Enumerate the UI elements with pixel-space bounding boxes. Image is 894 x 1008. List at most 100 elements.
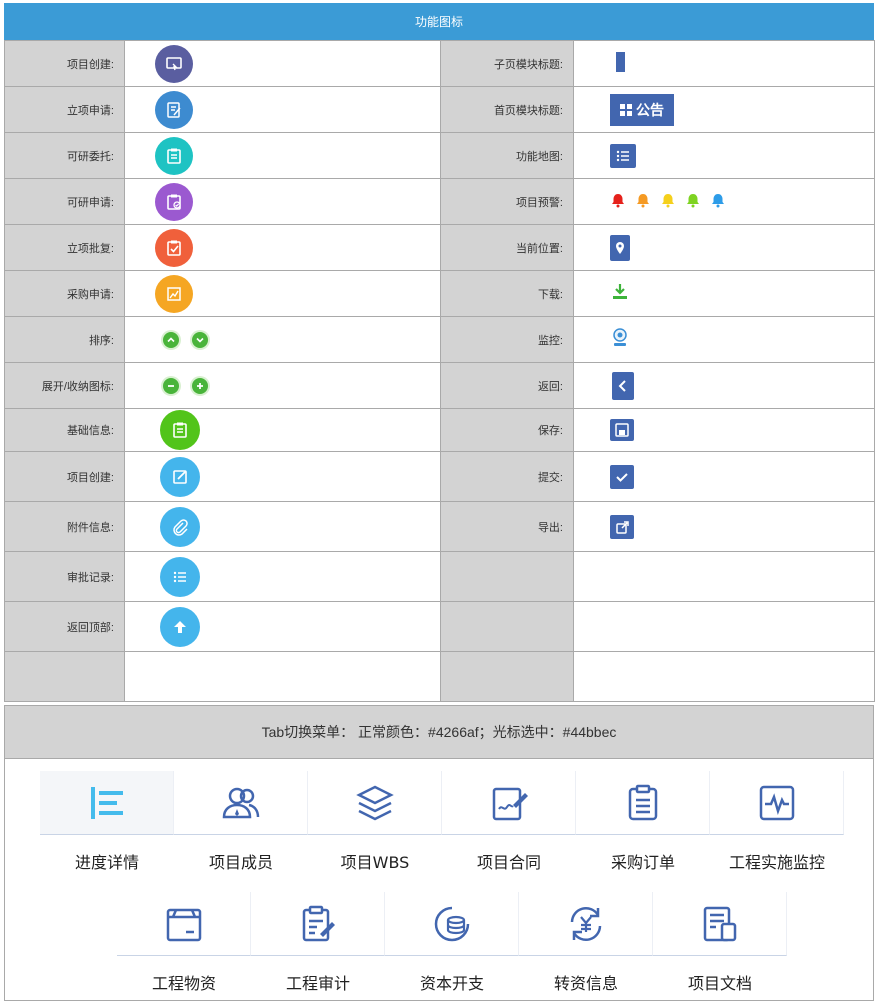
approval-record-icon[interactable] <box>160 556 200 597</box>
row-label: 立项申请: <box>4 86 125 133</box>
tab-implementation-monitor[interactable]: 工程实施监控 <box>710 771 844 873</box>
approval-reply-icon[interactable] <box>155 228 193 267</box>
project-edit-icon[interactable] <box>160 456 200 497</box>
document-icon <box>703 906 736 941</box>
row-label: 功能地图: <box>440 132 574 179</box>
tab-row-1: 进度详情 项目成员 项目WBS 项目合同 采购订单 工程实施监控 <box>40 771 844 873</box>
tab-progress-detail[interactable]: 进度详情 <box>40 771 174 873</box>
row-label: 项目创建: <box>4 451 125 502</box>
table-row: 展开/收纳图标: 返回: <box>4 362 875 409</box>
subpage-title-marker-icon <box>616 52 625 72</box>
table-row: 审批记录: <box>4 551 875 602</box>
purchase-apply-icon[interactable] <box>155 274 193 313</box>
row-label: 监控: <box>440 316 574 363</box>
table-row: 项目创建: 子页模块标题: <box>4 40 875 87</box>
sort-up-icon[interactable] <box>163 331 179 348</box>
row-label: 返回顶部: <box>4 601 125 652</box>
tab-label: 转资信息 <box>553 974 618 993</box>
members-icon <box>222 787 259 818</box>
transfer-icon <box>570 906 601 941</box>
empty-cell <box>573 651 875 702</box>
bell-yellow-icon <box>662 194 675 208</box>
row-label: 可研申请: <box>4 178 125 225</box>
home-module-title-button[interactable]: 公告 <box>610 93 674 126</box>
download-icon[interactable] <box>610 282 630 302</box>
monitor-icon <box>759 785 794 820</box>
tab-engineering-materials[interactable]: 工程物资 <box>117 892 251 994</box>
icon-grid: 项目创建: 子页模块标题: 立项申请: 首页模块标题: 公告 可研委托: 功能地… <box>4 40 875 702</box>
tab-engineering-audit[interactable]: 工程审计 <box>251 892 385 994</box>
monitor-camera-icon[interactable] <box>610 327 632 349</box>
export-icon[interactable] <box>610 514 634 539</box>
table-row: 返回顶部: <box>4 601 875 652</box>
tab-purchase-order[interactable]: 采购订单 <box>576 771 710 873</box>
back-to-top-icon[interactable] <box>160 606 200 647</box>
tab-menu-title: Tab切换菜单： 正常颜色：#4266af；光标选中：#44bbec <box>261 724 617 740</box>
row-label: 当前位置: <box>440 224 574 271</box>
tab-label: 项目合同 <box>476 853 541 872</box>
basic-info-icon[interactable] <box>160 410 200 450</box>
tab-project-contract[interactable]: 项目合同 <box>442 771 576 873</box>
row-label: 保存: <box>440 408 574 452</box>
row-label: 导出: <box>440 501 574 552</box>
feasibility-commission-icon[interactable] <box>155 136 193 175</box>
tab-project-members[interactable]: 项目成员 <box>174 771 308 873</box>
collapse-icon[interactable] <box>163 377 179 394</box>
progress-icon <box>90 786 123 819</box>
bell-blue-icon <box>712 194 725 208</box>
save-icon[interactable] <box>610 419 634 441</box>
table-row: 可研委托: 功能地图: <box>4 132 875 179</box>
table-row: 排序: 监控: <box>4 316 875 363</box>
tab-project-documents[interactable]: 项目文档 <box>653 892 787 994</box>
project-apply-icon[interactable] <box>155 90 193 129</box>
tab-project-wbs[interactable]: 项目WBS <box>308 771 442 873</box>
row-label: 返回: <box>440 362 574 409</box>
tab-label: 项目成员 <box>208 853 273 872</box>
row-label: 项目预警: <box>440 178 574 225</box>
tab-capital-expenditure[interactable]: 资本开支 <box>385 892 519 994</box>
tab-label: 进度详情 <box>74 853 139 872</box>
layers-icon <box>355 785 394 820</box>
expand-icon[interactable] <box>192 377 209 394</box>
tab-label: 工程物资 <box>151 974 216 993</box>
function-map-icon[interactable] <box>610 143 636 168</box>
empty-cell <box>573 601 875 652</box>
tab-capital-transfer[interactable]: 转资信息 <box>519 892 653 994</box>
bell-green-icon <box>687 194 700 208</box>
feasibility-apply-icon[interactable] <box>155 182 193 221</box>
row-label: 立项批复: <box>4 224 125 271</box>
row-label <box>440 651 574 702</box>
empty-cell <box>573 551 875 602</box>
table-row: 立项申请: 首页模块标题: 公告 <box>4 86 875 133</box>
notice-label: 公告 <box>636 101 664 118</box>
location-pin-icon[interactable] <box>610 234 630 261</box>
tab-label: 工程实施监控 <box>728 853 825 872</box>
row-label: 下载: <box>440 270 574 317</box>
table-row: 立项批复: 当前位置: <box>4 224 875 271</box>
row-label: 附件信息: <box>4 501 125 552</box>
row-label <box>440 601 574 652</box>
row-label: 首页模块标题: <box>440 86 574 133</box>
row-label: 提交: <box>440 451 574 502</box>
row-label: 审批记录: <box>4 551 125 602</box>
table-row: 采购申请: 下载: <box>4 270 875 317</box>
capex-icon <box>434 906 469 941</box>
order-icon <box>628 784 657 820</box>
audit-icon <box>302 905 335 941</box>
table-title: 功能图标 <box>414 15 463 29</box>
attachment-icon[interactable] <box>160 506 200 547</box>
bell-red-icon <box>612 194 624 208</box>
row-label: 可研委托: <box>4 132 125 179</box>
project-create-icon[interactable] <box>155 44 193 83</box>
tab-label: 资本开支 <box>419 974 484 993</box>
table-row <box>4 651 875 702</box>
back-icon[interactable] <box>612 371 634 400</box>
submit-check-icon[interactable] <box>610 464 634 489</box>
table-row: 基础信息: 保存: <box>4 408 875 452</box>
tab-menu-header: Tab切换菜单： 正常颜色：#4266af；光标选中：#44bbec <box>5 706 873 759</box>
tab-row-2: 工程物资 工程审计 资本开支 转资信息 项目文档 <box>117 892 787 994</box>
sort-down-icon[interactable] <box>192 331 209 348</box>
table-row: 附件信息: 导出: <box>4 501 875 552</box>
row-label: 采购申请: <box>4 270 125 317</box>
tab-label: 采购订单 <box>610 853 675 872</box>
